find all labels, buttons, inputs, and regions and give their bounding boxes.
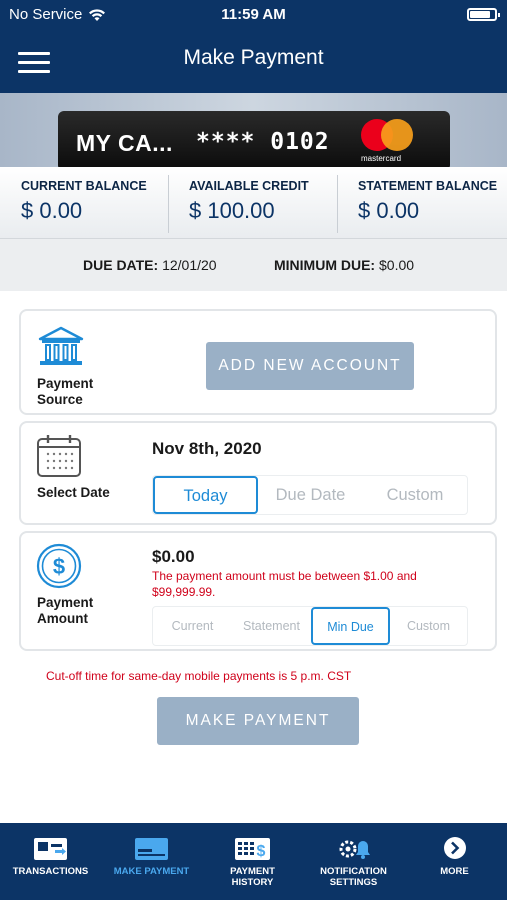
tab-payment-history-label: PAYMENT HISTORY	[202, 866, 303, 888]
payment-source-label-line1: Payment	[37, 376, 94, 391]
tab-payment-history-label-line2: HISTORY	[231, 877, 274, 888]
date-options: Today Due Date Custom	[152, 475, 468, 515]
page-title: Make Payment	[183, 46, 324, 69]
status-time: 11:59 AM	[221, 6, 286, 23]
available-credit-value: $ 100.00	[189, 198, 275, 223]
payment-amount-label-line2: Amount	[37, 611, 88, 626]
due-date-label: DUE DATE:	[83, 257, 159, 273]
amount-option-min-due[interactable]: Min Due	[311, 607, 390, 645]
tab-bar: TRANSACTIONS MAKE PAYMENT $ PAYMENT HIST…	[0, 823, 507, 900]
battery-icon	[467, 8, 500, 21]
balances-bar: CURRENT BALANCE $ 0.00 AVAILABLE CREDIT …	[0, 167, 507, 239]
available-credit-label: AVAILABLE CREDIT	[189, 179, 309, 193]
tab-more-label: MORE	[440, 866, 469, 877]
amount-value: $0.00	[152, 547, 195, 566]
amount-error: The payment amount must be between $1.00…	[152, 569, 417, 599]
tab-payment-history[interactable]: $ PAYMENT HISTORY	[202, 823, 303, 900]
card-banner: MY CA... **** 0102 mastercard	[0, 93, 507, 167]
amount-option-statement[interactable]: Statement	[232, 607, 311, 645]
cutoff-note: Cut-off time for same-day mobile payment…	[46, 669, 352, 683]
current-balance-value: $ 0.00	[21, 198, 83, 223]
minimum-due: MINIMUM DUE: $0.00	[274, 257, 414, 273]
card-name: MY CA...	[76, 130, 173, 156]
payment-amount-panel: $ Payment Amount $0.00 The payment amoun…	[19, 531, 497, 651]
tab-payment-history-label-line1: PAYMENT	[230, 866, 275, 877]
tab-transactions-label: TRANSACTIONS	[12, 866, 89, 877]
due-info: DUE DATE: 12/01/20 MINIMUM DUE: $0.00	[0, 239, 507, 291]
select-date-panel: Select Date Nov 8th, 2020 Today Due Date…	[19, 421, 497, 525]
amount-option-custom[interactable]: Custom	[390, 607, 467, 645]
due-date: DUE DATE: 12/01/20	[83, 257, 217, 273]
make-payment-icon	[135, 838, 168, 860]
divider	[168, 175, 169, 233]
card-network: mastercard	[361, 154, 402, 163]
amount-option-current[interactable]: Current	[153, 607, 232, 645]
tab-notification-settings-label-line1: NOTIFICATION	[320, 866, 387, 877]
tab-transactions[interactable]: TRANSACTIONS	[0, 823, 101, 900]
date-option-due-date[interactable]: Due Date	[258, 476, 363, 514]
tab-make-payment-label: MAKE PAYMENT	[113, 866, 190, 877]
bank-icon	[38, 326, 84, 365]
credit-card: MY CA... **** 0102 mastercard	[58, 111, 450, 167]
date-option-custom[interactable]: Custom	[363, 476, 467, 514]
dollar-icon: $	[36, 543, 82, 589]
payment-amount-label-line1: Payment	[37, 595, 94, 610]
divider	[337, 175, 338, 233]
minimum-due-label: MINIMUM DUE:	[274, 257, 376, 273]
calendar-icon	[37, 435, 81, 477]
payment-amount-label: Payment Amount	[37, 595, 93, 627]
card-number: **** 0102	[196, 129, 330, 155]
due-date-value: 12/01/20	[162, 257, 217, 273]
top-bar: No Service 11:59 AM Make Payment	[0, 0, 507, 93]
current-balance-label: CURRENT BALANCE	[21, 179, 147, 193]
payment-history-icon: $	[235, 838, 270, 860]
make-payment-button[interactable]: MAKE PAYMENT	[157, 697, 359, 745]
minimum-due-value: $0.00	[379, 257, 415, 273]
transactions-icon	[34, 838, 67, 860]
statement-balance-label: STATEMENT BALANCE	[358, 179, 498, 193]
tab-notification-settings-label-line2: SETTINGS	[329, 877, 378, 888]
payment-source-label: Payment Source	[37, 376, 93, 408]
selected-date: Nov 8th, 2020	[152, 439, 262, 458]
payment-source-label-line2: Source	[37, 392, 83, 407]
select-date-label: Select Date	[37, 485, 110, 500]
statement-balance-value: $ 0.00	[358, 198, 420, 223]
tab-notification-settings-label: NOTIFICATION SETTINGS	[303, 866, 404, 888]
mastercard-logo-icon: mastercard	[361, 119, 415, 165]
status-bar: No Service 11:59 AM	[0, 0, 507, 28]
svg-text:$: $	[53, 554, 65, 579]
tab-notification-settings[interactable]: NOTIFICATION SETTINGS	[303, 823, 404, 900]
add-new-account-button[interactable]: ADD NEW ACCOUNT	[206, 342, 414, 390]
notification-settings-icon	[339, 840, 370, 859]
amount-options: Current Statement Min Due Custom	[152, 606, 468, 646]
more-icon	[444, 837, 466, 859]
tab-more[interactable]: MORE	[404, 823, 505, 900]
tab-make-payment[interactable]: MAKE PAYMENT	[101, 823, 202, 900]
svg-text:$: $	[257, 843, 266, 860]
payment-source-panel: Payment Source ADD NEW ACCOUNT	[19, 309, 497, 415]
date-option-today[interactable]: Today	[153, 476, 258, 514]
